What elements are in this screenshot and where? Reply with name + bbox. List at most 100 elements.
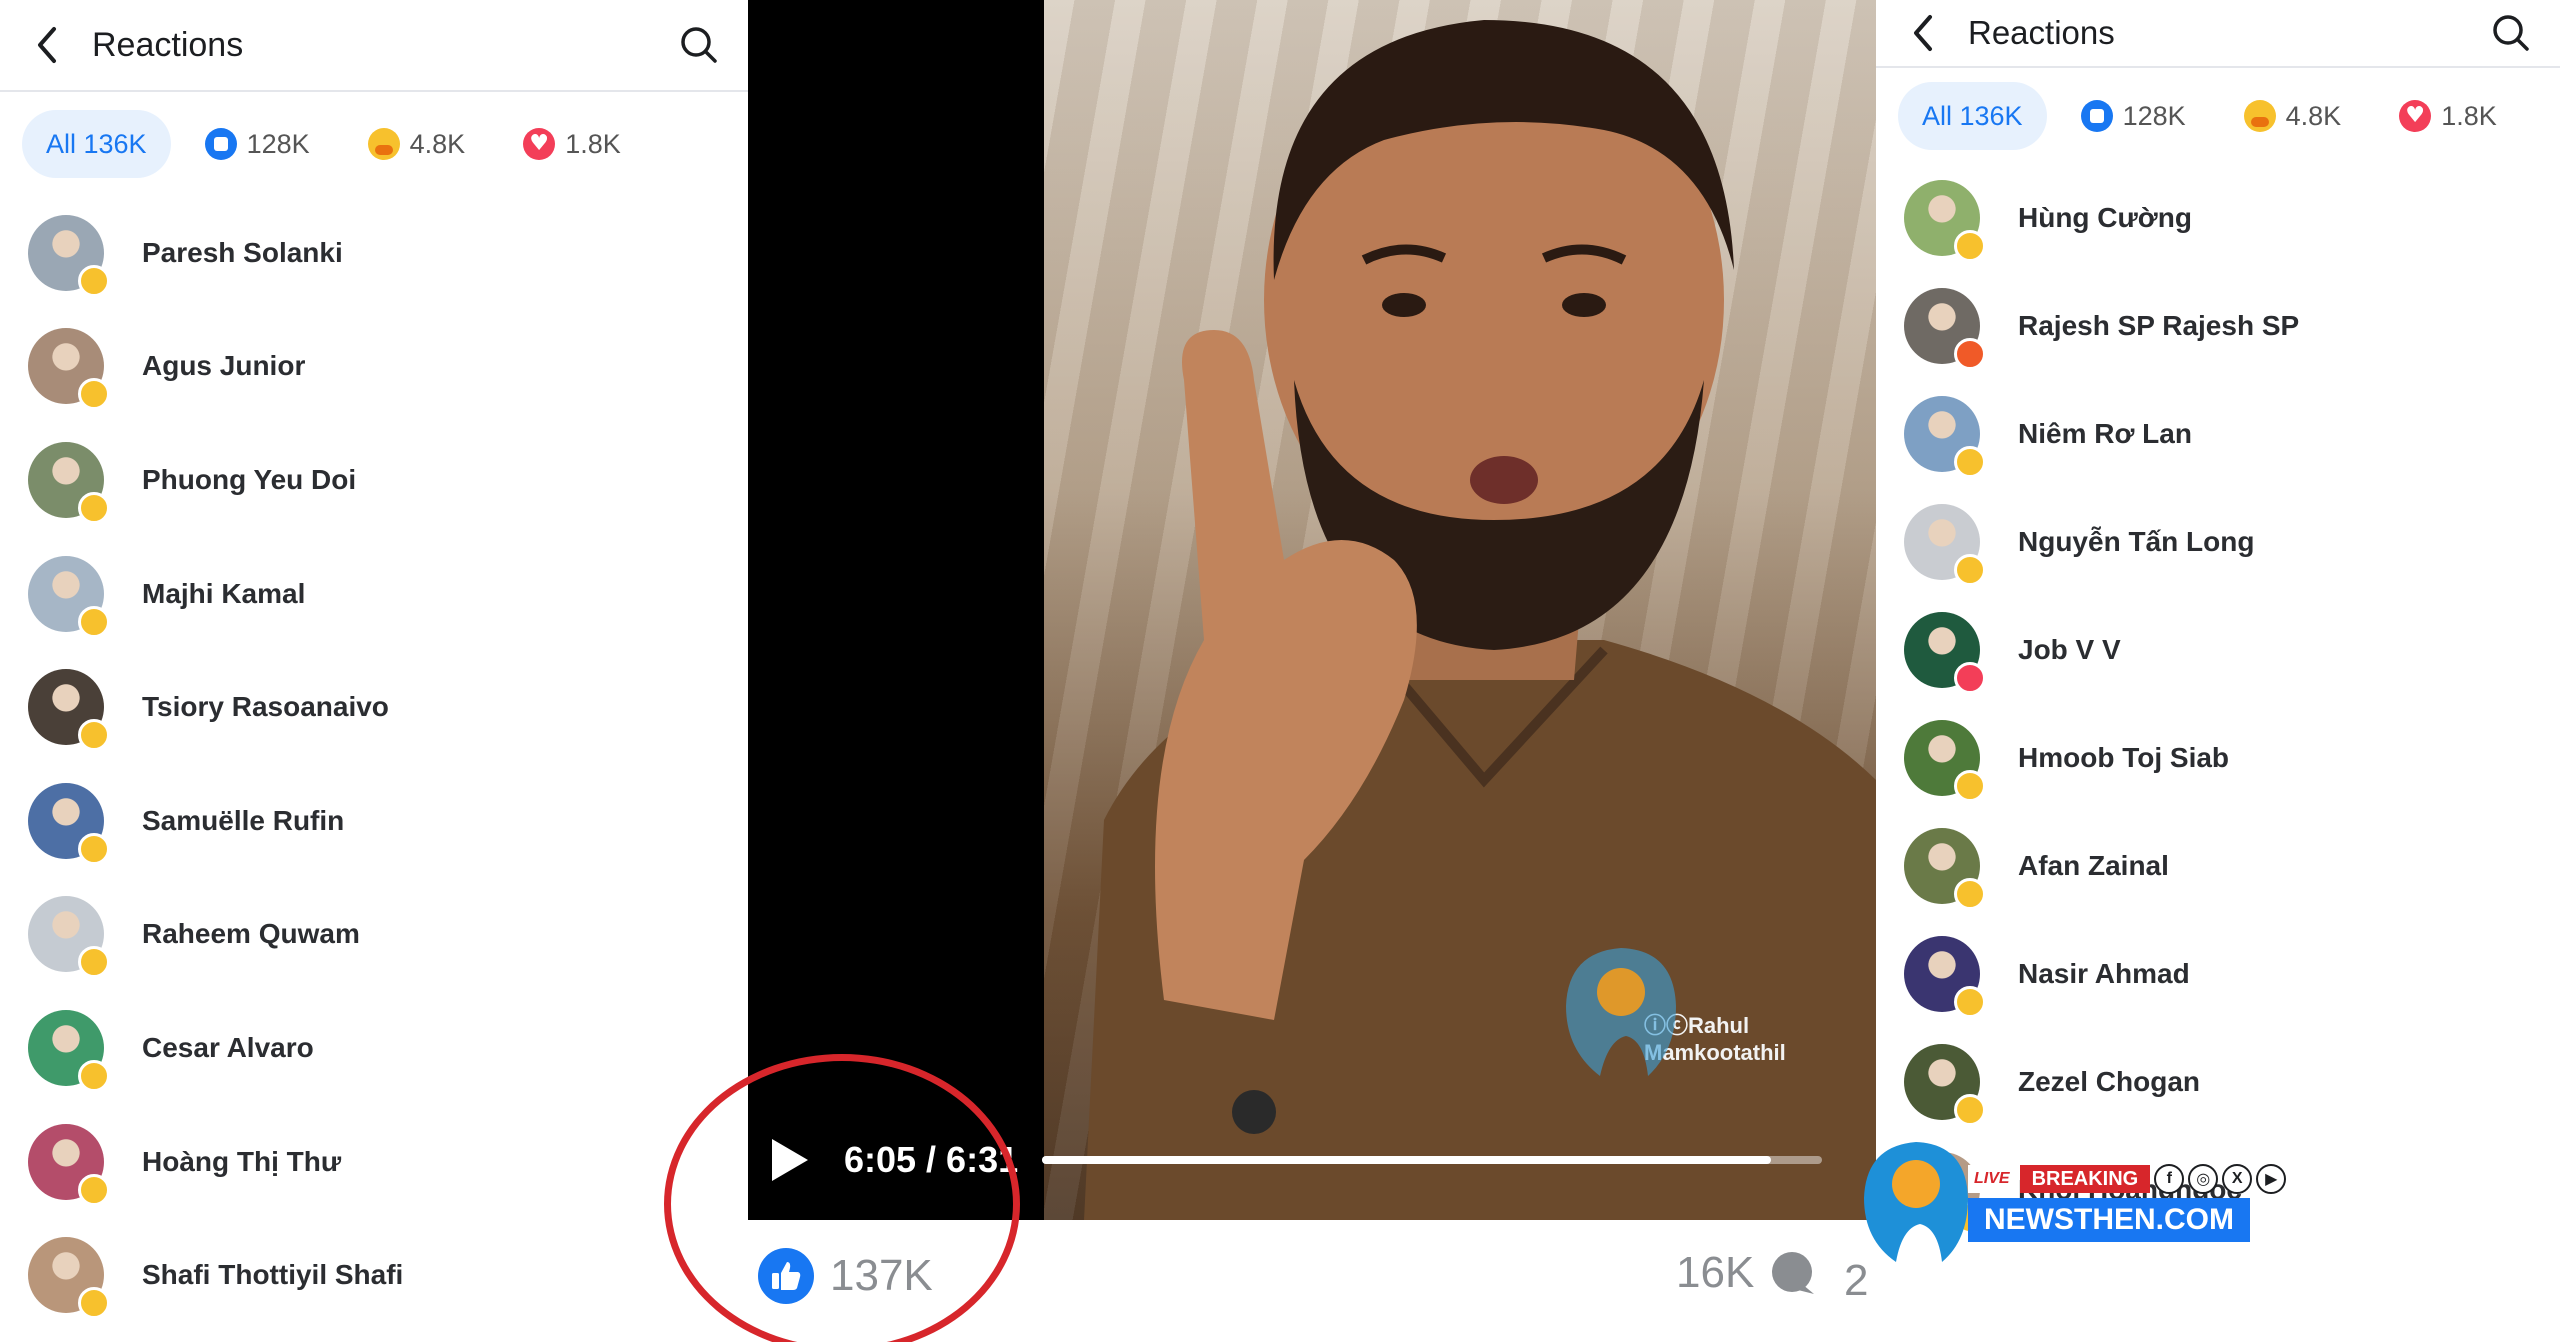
reactor-name[interactable]: Cesar Alvaro <box>142 1032 314 1064</box>
care-reaction-icon <box>78 264 110 297</box>
reactor-name[interactable]: Nasir Ahmad <box>2018 958 2190 990</box>
brand-site-name: NEWSTHEN.COM <box>1968 1198 2250 1242</box>
care-reaction-icon <box>367 128 400 160</box>
reactor-row[interactable]: Job V V <box>1876 596 2560 704</box>
back-button[interactable] <box>1900 10 1946 56</box>
tab-care[interactable]: 4.8K <box>2220 82 2366 150</box>
reactor-row[interactable]: Cesar Alvaro <box>0 991 748 1105</box>
love-reaction-icon <box>2399 100 2432 132</box>
thumbs-up-icon <box>758 1248 814 1304</box>
reactor-name[interactable]: Hmoob Toj Siab <box>2018 742 2229 774</box>
reactor-row[interactable]: Shafi Thottiyil Shafi <box>0 1218 748 1332</box>
reactor-row[interactable]: Zezel Chogan <box>1876 1028 2560 1136</box>
avatar-container <box>1904 828 1986 910</box>
likes-count: 137K <box>830 1251 933 1300</box>
angry-reaction-icon <box>1954 338 1986 370</box>
tab-love[interactable]: 1.8K <box>2375 82 2521 150</box>
avatar-container <box>1904 504 1986 586</box>
tab-like[interactable]: 128K <box>181 110 334 178</box>
reactions-title: Reactions <box>1968 14 2115 51</box>
care-reaction-icon <box>1954 986 1986 1018</box>
like-reaction-icon <box>2080 100 2113 132</box>
avatar-container <box>1904 180 1986 262</box>
video-player[interactable]: ⓘⓒRahul Mamkootathil 6:05 / 6:31 <box>748 0 1876 1220</box>
tab-label: 128K <box>2122 100 2186 131</box>
reactor-row[interactable]: Hoàng Thị Thư <box>0 1105 748 1219</box>
care-reaction-icon <box>1954 1094 1986 1126</box>
avatar-container <box>1904 288 1986 370</box>
x-icon[interactable]: X <box>2222 1164 2253 1194</box>
reactor-row[interactable]: Nguyễn Tấn Long <box>1876 488 2560 596</box>
instagram-icon[interactable]: ◎ <box>2188 1164 2219 1194</box>
care-reaction-icon <box>78 605 110 638</box>
reactor-name[interactable]: Agus Junior <box>142 350 305 382</box>
like-reaction-icon <box>204 128 237 160</box>
youtube-icon[interactable]: ▶ <box>2256 1164 2287 1194</box>
reactor-row[interactable]: Phuong Yeu Doi <box>0 423 748 537</box>
reactor-name[interactable]: Afan Zainal <box>2018 850 2169 882</box>
reactor-row[interactable]: Niêm Rơ Lan <box>1876 380 2560 488</box>
care-reaction-icon <box>78 491 110 524</box>
reactors-list: Paresh Solanki Agus Junior Phuong Yeu Doi M… <box>0 196 748 1332</box>
tab-like[interactable]: 128K <box>2057 82 2210 150</box>
reactor-row[interactable]: Hùng Cường <box>1876 164 2560 272</box>
reactor-name[interactable]: Hoàng Thị Thư <box>142 1146 341 1178</box>
reactor-row[interactable]: Paresh Solanki <box>0 196 748 310</box>
play-button[interactable] <box>760 1130 820 1190</box>
tab-label: 4.8K <box>2285 100 2342 131</box>
avatar-container <box>28 896 110 979</box>
seek-bar[interactable] <box>1042 1156 1822 1164</box>
avatar-container <box>28 555 110 638</box>
avatar-container <box>28 214 110 297</box>
reactor-name[interactable]: Paresh Solanki <box>142 237 343 269</box>
reactor-name[interactable]: Raheem Quwam <box>142 918 360 950</box>
search-icon <box>681 27 717 63</box>
post-stats-bar: 137K 16K 2 <box>748 1220 1876 1342</box>
reactor-name[interactable]: Niêm Rơ Lan <box>2018 418 2192 450</box>
reactor-row[interactable]: Raheem Quwam <box>0 878 748 992</box>
avatar-container <box>28 782 110 865</box>
reactor-row[interactable]: Tsiory Rasoanaivo <box>0 650 748 764</box>
video-frame[interactable]: ⓘⓒRahul Mamkootathil <box>1044 0 1876 1220</box>
reactor-name[interactable]: Shafi Thottiyil Shafi <box>142 1259 403 1291</box>
avatar-container <box>1904 936 1986 1018</box>
reactor-name[interactable]: Majhi Kamal <box>142 578 305 610</box>
likes-summary[interactable]: 137K <box>758 1248 933 1304</box>
reactor-name[interactable]: Tsiory Rasoanaivo <box>142 691 389 723</box>
facebook-icon[interactable]: f <box>2154 1164 2185 1194</box>
reactor-row[interactable]: Afan Zainal <box>1876 812 2560 920</box>
play-icon <box>772 1139 808 1181</box>
care-reaction-icon <box>1954 554 1986 586</box>
tab-label: All 136K <box>1922 100 2023 131</box>
reactor-name[interactable]: Samuëlle Rufin <box>142 805 344 837</box>
tab-care[interactable]: 4.8K <box>344 110 490 178</box>
tab-all[interactable]: All 136K <box>1898 82 2047 150</box>
reactor-row[interactable]: Rajesh SP Rajesh SP <box>1876 272 2560 380</box>
avatar-container <box>28 1123 110 1206</box>
tab-label: 128K <box>246 128 310 159</box>
reactions-title: Reactions <box>92 25 244 64</box>
reactor-name[interactable]: Zezel Chogan <box>2018 1066 2200 1098</box>
tab-all[interactable]: All 136K <box>22 110 171 178</box>
reactor-row[interactable]: Samuëlle Rufin <box>0 764 748 878</box>
reactor-row[interactable]: Agus Junior <box>0 310 748 424</box>
reactor-name[interactable]: Job V V <box>2018 634 2121 666</box>
reactor-row[interactable]: Majhi Kamal <box>0 537 748 651</box>
back-button[interactable] <box>24 22 70 68</box>
chevron-left-icon <box>38 27 56 63</box>
avatar-container <box>28 1009 110 1092</box>
tab-label: All 136K <box>46 128 147 159</box>
reactor-name[interactable]: Phuong Yeu Doi <box>142 464 356 496</box>
search-icon <box>2493 15 2529 51</box>
reactor-name[interactable]: Nguyễn Tấn Long <box>2018 526 2254 558</box>
reactor-name[interactable]: Hùng Cường <box>2018 202 2192 234</box>
search-button[interactable] <box>674 20 724 70</box>
comments-summary[interactable]: 16K <box>1676 1248 1816 1298</box>
brand-strip: LIVE BREAKING f ◎ X ▶ <box>1968 1162 2287 1196</box>
reactor-name[interactable]: Rajesh SP Rajesh SP <box>2018 310 2299 342</box>
tab-love[interactable]: 1.8K <box>499 110 645 178</box>
reactor-row[interactable]: Hmoob Toj Siab <box>1876 704 2560 812</box>
love-reaction-icon <box>523 128 556 160</box>
reactor-row[interactable]: Nasir Ahmad <box>1876 920 2560 1028</box>
search-button[interactable] <box>2486 8 2536 58</box>
